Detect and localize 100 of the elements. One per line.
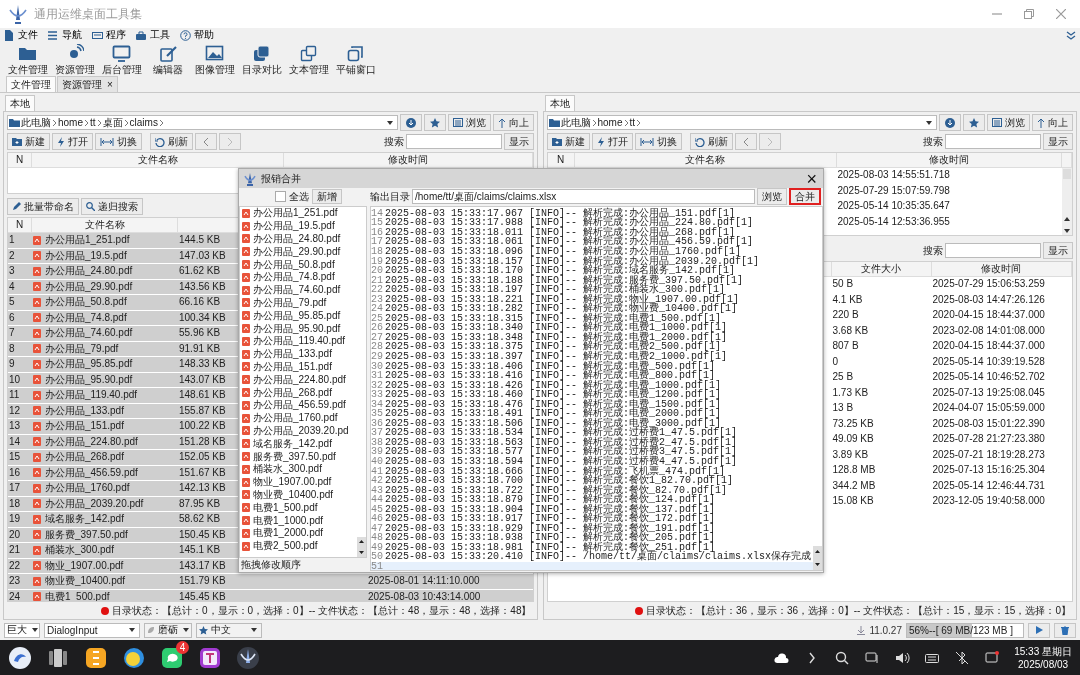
line-number: 40 bbox=[371, 457, 383, 467]
table-cell: 12 bbox=[9, 403, 21, 418]
table-cell: 73.25 KB bbox=[832, 416, 874, 431]
table-cell: 11 bbox=[9, 388, 20, 403]
line-number: 15 bbox=[371, 218, 383, 229]
dropdown-value: 巨大 bbox=[7, 623, 27, 637]
table-cell: 19 bbox=[9, 512, 21, 527]
line-number: 48 bbox=[371, 533, 383, 544]
table-cell: 148.33 KB bbox=[179, 357, 226, 372]
line-number: 43 bbox=[371, 485, 383, 496]
output-label: 输出目录 bbox=[370, 189, 410, 204]
table-cell: 20 bbox=[9, 527, 21, 542]
table-cell: 2023-12-05 19:40:58.000 bbox=[932, 494, 1045, 509]
dialog-title: 报销合并 bbox=[261, 171, 301, 186]
table-cell: 155.87 KB bbox=[179, 403, 226, 418]
table-cell: 4 bbox=[9, 279, 15, 294]
table-cell: 2023-02-08 14:01:08.000 bbox=[932, 323, 1045, 338]
status-text: 目录状态：【总计：36，显示：36，选择：0】-- 文件状态：【总计：15，显示：15，选择：0】 bbox=[645, 603, 1071, 618]
column-header: 修改时间 bbox=[836, 153, 1062, 167]
table-cell: 61.62 KB bbox=[179, 264, 221, 279]
line-number: 23 bbox=[371, 294, 383, 305]
version-label: 11.0.27 bbox=[869, 624, 902, 636]
table-cell: 2025-05-14 12:53:36.955 bbox=[837, 214, 950, 229]
line-number: 19 bbox=[371, 256, 383, 267]
table-cell: 151.67 KB bbox=[179, 465, 226, 480]
table-cell: 0 bbox=[832, 354, 839, 369]
line-number: 26 bbox=[371, 323, 383, 334]
line-number: 31 bbox=[371, 371, 383, 382]
table-cell: 7 bbox=[9, 326, 15, 341]
dropdown-value: 磨砺 bbox=[158, 623, 178, 637]
table-cell: 3 bbox=[9, 264, 15, 279]
table-cell: 2025-07-29 15:06:53.259 bbox=[932, 277, 1045, 292]
line-number: 14 bbox=[371, 208, 383, 219]
table-cell: 58.62 KB bbox=[179, 512, 221, 527]
line-number: 22 bbox=[371, 285, 383, 296]
column-header: 修改时间 bbox=[931, 262, 1072, 276]
table-cell: 18 bbox=[9, 496, 21, 511]
file-name: 办公用品_95.85.pdf bbox=[45, 357, 133, 372]
file-name: 域名服务_142.pdf bbox=[45, 512, 124, 527]
file-name: 办公用品_95.90.pdf bbox=[45, 372, 133, 387]
table-cell: 87.95 KB bbox=[179, 496, 221, 511]
table-cell: 91.91 KB bbox=[179, 341, 221, 356]
table-cell: 148.61 KB bbox=[179, 388, 226, 403]
file-name: 物业费_10400.pdf bbox=[45, 574, 126, 589]
table-cell: 5 bbox=[9, 295, 15, 310]
table-cell: 152.05 KB bbox=[179, 450, 226, 465]
file-name: 办公用品_456.59.pdf bbox=[45, 465, 138, 480]
table-cell: 144.5 KB bbox=[179, 233, 221, 248]
column-header: 修改时间 bbox=[284, 153, 533, 167]
line-number: 46 bbox=[371, 514, 383, 525]
table-cell: 2025-07-29 15:07:59.798 bbox=[837, 183, 950, 198]
table-cell: 145.45 KB bbox=[179, 589, 226, 601]
file-name: 办公用品_29.90.pdf bbox=[45, 279, 133, 294]
line-number: 49 bbox=[371, 542, 383, 553]
table-cell: 1.73 KB bbox=[832, 385, 869, 400]
table-cell: 50 B bbox=[832, 277, 854, 292]
table-cell: 2025-08-03 10:43:14.000 bbox=[368, 589, 481, 601]
table-cell: 1 bbox=[9, 233, 15, 248]
table-cell: 15 bbox=[9, 450, 21, 465]
line-number: 42 bbox=[371, 476, 383, 487]
file-name: 办公用品_119.40.pdf bbox=[45, 388, 138, 403]
table-cell: 100.22 KB bbox=[179, 419, 226, 434]
file-name: 电费1_500.pdf bbox=[45, 589, 110, 601]
table-cell: 13 bbox=[9, 419, 21, 434]
file-name: 办公用品_1760.pdf bbox=[45, 481, 130, 496]
file-name: 办公用品_224.80.pdf bbox=[45, 434, 138, 449]
line-number: 39 bbox=[371, 447, 383, 458]
line-number: 51 bbox=[371, 562, 383, 570]
table-cell: 3.89 KB bbox=[832, 447, 869, 462]
table-cell: 15.08 KB bbox=[832, 494, 874, 509]
table-cell: 145.1 KB bbox=[179, 543, 221, 558]
table-cell: 2025-08-03 14:55:51.718 bbox=[837, 168, 950, 183]
file-name: 办公用品_50.8.pdf bbox=[45, 295, 127, 310]
line-number: 44 bbox=[371, 495, 383, 506]
table-cell: 55.96 KB bbox=[179, 326, 221, 341]
file-name: 办公用品_2039.20.pdf bbox=[45, 496, 144, 511]
line-number: 27 bbox=[371, 332, 383, 343]
table-cell: 2025-07-28 21:27:23.380 bbox=[932, 432, 1045, 447]
table-cell: 23 bbox=[9, 574, 21, 589]
column-header: N bbox=[8, 218, 32, 232]
file-name: 办公用品_19.5.pdf bbox=[45, 248, 127, 263]
table-cell: 344.2 MB bbox=[832, 478, 876, 493]
line-number: 18 bbox=[371, 246, 383, 257]
dropdown-value: 中文 bbox=[211, 623, 231, 637]
line-number: 41 bbox=[371, 466, 383, 477]
table-cell: 151.79 KB bbox=[179, 574, 226, 589]
table-cell: 100.34 KB bbox=[179, 310, 226, 325]
line-number: 50 bbox=[371, 552, 383, 563]
table-cell: 220 B bbox=[832, 308, 859, 323]
line-number: 36 bbox=[371, 418, 383, 429]
table-cell: 13 B bbox=[832, 401, 854, 416]
window-title: 通用运维桌面工具集 bbox=[34, 5, 142, 23]
table-cell: 21 bbox=[9, 543, 21, 558]
table-cell: 14 bbox=[9, 434, 21, 449]
line-number: 37 bbox=[371, 428, 383, 439]
table-cell: 2020-04-15 18:44:37.000 bbox=[932, 339, 1045, 354]
column-header: N bbox=[547, 153, 575, 167]
search-label: 搜索 bbox=[923, 134, 943, 149]
table-cell: 2025-07-21 18:19:28.273 bbox=[932, 447, 1045, 462]
table-cell: 2 bbox=[9, 248, 15, 263]
